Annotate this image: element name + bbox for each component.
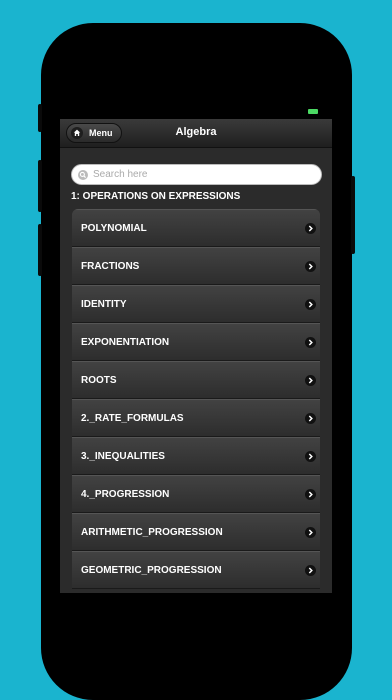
list-item-label: 3._INEQUALITIES [81,450,165,462]
volume-up-button [38,160,42,212]
list-item[interactable]: IDENTITY [72,285,320,323]
chevron-right-icon [305,261,316,272]
chevron-right-icon [305,451,316,462]
list-item[interactable]: FRACTIONS [72,247,320,285]
section-title: 1: OPERATIONS ON EXPRESSIONS [71,191,241,202]
list-item-label: ROOTS [81,374,117,386]
list-item[interactable]: EXPONENTIATION [72,323,320,361]
chevron-right-icon [305,223,316,234]
list-item-label: ARITHMETIC_PROGRESSION [81,526,223,538]
search-input[interactable] [93,169,293,180]
list-item-label: EXPONENTIATION [81,336,170,348]
volume-down-button [38,224,42,276]
navigation-bar: Menu Algebra [60,119,332,148]
power-button [351,176,355,254]
list-item[interactable]: POLYNOMIAL [72,209,320,247]
list-item[interactable]: 3._INEQUALITIES [72,437,320,475]
page-title: Algebra [175,126,217,138]
list-item[interactable]: 2._RATE_FORMULAS [72,399,320,437]
mute-switch [38,104,42,132]
chevron-right-icon [305,489,316,500]
search-field[interactable] [71,164,322,185]
list-item[interactable]: ARITHMETIC_PROGRESSION [72,513,320,551]
list-item[interactable]: 4._PROGRESSION [72,475,320,513]
chevron-right-icon [305,337,316,348]
status-bar [60,105,332,119]
chevron-right-icon [305,413,316,424]
search-bar [60,148,332,185]
list-item-label: POLYNOMIAL [81,222,147,234]
chevron-right-icon [305,375,316,386]
chevron-right-icon [305,527,316,538]
list-item-label: FRACTIONS [81,260,140,272]
list-item[interactable]: ROOTS [72,361,320,399]
search-icon [78,169,88,180]
list-item-label: GEOMETRIC_PROGRESSION [81,564,222,576]
list-item-label: 4._PROGRESSION [81,488,170,500]
list-item-label: 2._RATE_FORMULAS [81,412,184,424]
chevron-right-icon [305,565,316,576]
list-item[interactable]: GEOMETRIC_PROGRESSION [72,551,320,589]
battery-icon [308,109,318,114]
app-screen: Menu Algebra 1: OPERATIONS ON EXPRESSION… [60,105,332,593]
topic-list: POLYNOMIAL FRACTIONS IDENTITY EXPONENTIATIO… [72,209,320,589]
chevron-right-icon [305,299,316,310]
list-item-label: IDENTITY [81,298,127,310]
